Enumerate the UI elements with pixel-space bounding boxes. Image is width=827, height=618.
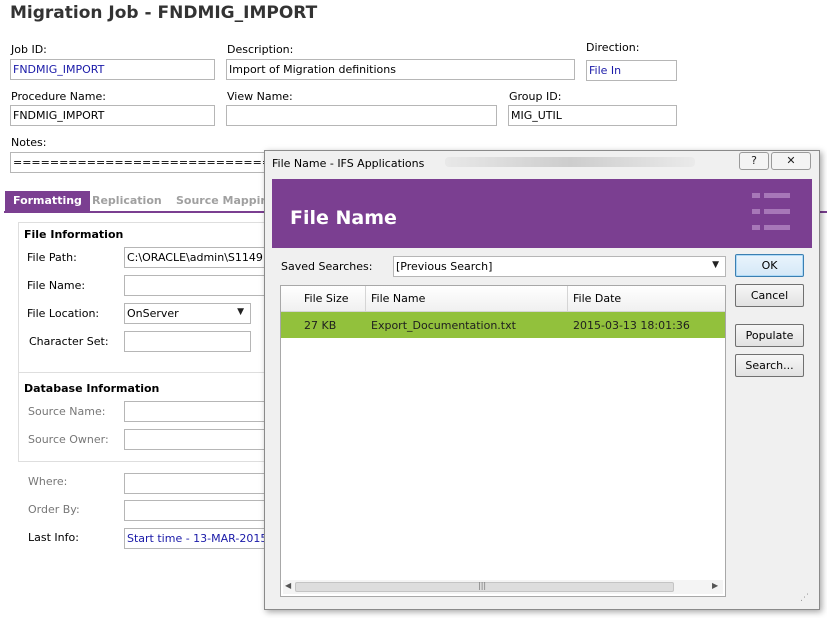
file-name-dialog: File Name - IFS Applications ? ✕ File Na… (264, 150, 820, 610)
file-name-field[interactable] (124, 275, 274, 296)
character-set-label: Character Set: (29, 335, 109, 348)
scroll-left-icon[interactable]: ◀ (285, 581, 291, 590)
character-set-field[interactable] (124, 331, 251, 352)
source-name-label: Source Name: (28, 405, 106, 418)
column-header-file-name[interactable]: File Name (371, 292, 425, 305)
description-label: Description: (227, 43, 294, 56)
close-button[interactable]: ✕ (771, 152, 811, 170)
scrollbar-thumb[interactable]: ||| (295, 581, 674, 592)
page-title: Migration Job - FNDMIG_IMPORT (10, 3, 318, 23)
scroll-grip-icon: ||| (478, 581, 487, 590)
dropdown-arrow-icon: ▼ (237, 307, 244, 317)
column-header-file-date[interactable]: File Date (573, 292, 621, 305)
column-header-file-size[interactable]: File Size (304, 292, 348, 305)
where-field[interactable] (124, 473, 274, 494)
view-name-label: View Name: (227, 90, 293, 103)
direction-field[interactable]: File In (586, 60, 677, 81)
tab-replication[interactable]: Replication (84, 191, 170, 211)
notes-label: Notes: (11, 136, 47, 149)
description-field[interactable]: Import of Migration definitions (226, 59, 575, 80)
file-grid: File Size File Name File Date 27 KB Expo… (280, 285, 726, 597)
column-separator[interactable] (567, 286, 568, 312)
file-location-label: File Location: (27, 307, 100, 320)
file-name-label: File Name: (27, 279, 86, 292)
view-name-field[interactable] (226, 105, 497, 126)
source-owner-field[interactable] (124, 429, 274, 450)
file-location-select[interactable]: OnServer ▼ (124, 303, 251, 324)
ok-button[interactable]: OK (735, 254, 804, 277)
job-id-field[interactable]: FNDMIG_IMPORT (10, 59, 215, 80)
cell-file-date: 2015-03-13 18:01:36 (573, 319, 690, 332)
file-location-value: OnServer (127, 307, 179, 320)
banner-title: File Name (290, 207, 397, 229)
section-divider (19, 372, 270, 373)
group-id-label: Group ID: (509, 90, 562, 103)
direction-label: Direction: (586, 41, 640, 54)
cell-file-size: 27 KB (304, 319, 337, 332)
scroll-right-icon[interactable]: ▶ (712, 581, 718, 590)
notes-field[interactable]: =================================== (10, 152, 266, 173)
saved-searches-label: Saved Searches: (281, 260, 373, 273)
file-path-label: File Path: (27, 251, 77, 264)
procedure-name-field[interactable]: FNDMIG_IMPORT (10, 105, 215, 126)
source-name-field[interactable] (124, 401, 274, 422)
saved-searches-select[interactable]: [Previous Search] ▼ (393, 256, 726, 277)
file-path-field[interactable]: C:\ORACLE\admin\S11491\u (124, 247, 274, 268)
search-button[interactable]: Search... (735, 354, 804, 377)
where-label: Where: (28, 475, 68, 488)
table-row[interactable]: 27 KB Export_Documentation.txt 2015-03-1… (281, 312, 725, 338)
grid-header: File Size File Name File Date (281, 286, 725, 312)
column-separator[interactable] (365, 286, 366, 312)
procedure-name-label: Procedure Name: (11, 90, 106, 103)
database-information-title: Database Information (24, 382, 160, 395)
resize-grip-icon[interactable]: ⋰ (800, 593, 809, 603)
last-info-label: Last Info: (28, 531, 79, 544)
cancel-button[interactable]: Cancel (735, 284, 804, 307)
last-info-field: Start time - 13-MAR-2015 18 (124, 528, 274, 549)
file-information-title: File Information (24, 228, 124, 241)
group-id-field[interactable]: MIG_UTIL (508, 105, 677, 126)
populate-button[interactable]: Populate (735, 324, 804, 347)
saved-searches-value: [Previous Search] (396, 260, 493, 273)
dropdown-arrow-icon: ▼ (712, 260, 719, 270)
list-menu-icon (752, 193, 792, 235)
order-by-label: Order By: (28, 503, 80, 516)
job-id-label: Job ID: (11, 43, 47, 56)
dialog-title: File Name - IFS Applications (272, 157, 425, 170)
tab-formatting[interactable]: Formatting (5, 191, 90, 211)
source-owner-label: Source Owner: (28, 433, 109, 446)
cell-file-name: Export_Documentation.txt (371, 319, 516, 332)
dialog-banner: File Name (272, 179, 812, 248)
help-button[interactable]: ? (739, 152, 769, 170)
horizontal-scrollbar[interactable]: ◀ ||| ▶ (283, 580, 723, 594)
order-by-field[interactable] (124, 500, 274, 521)
blurred-title-text (445, 157, 695, 167)
